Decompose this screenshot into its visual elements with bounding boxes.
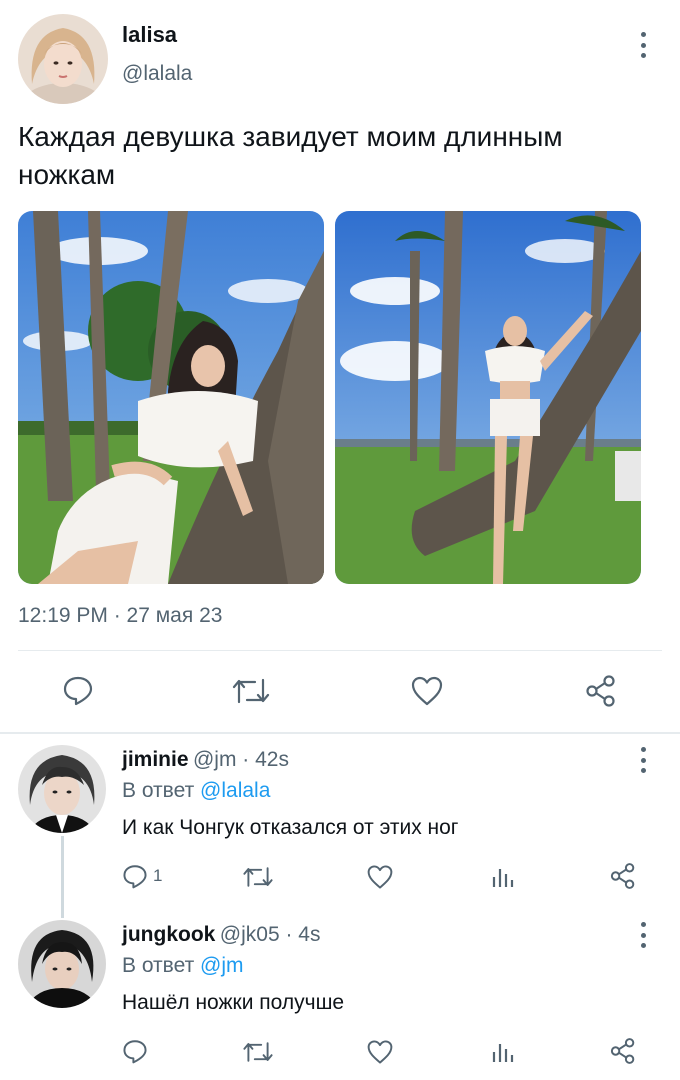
reply-1-share-icon[interactable] (609, 862, 637, 890)
reply-2-comment-icon[interactable] (122, 1038, 148, 1064)
tweet-timestamp[interactable]: 12:19 PM · 27 мая 23 (18, 604, 222, 628)
more-options-icon[interactable] (638, 32, 648, 58)
reply-2-views-icon[interactable] (490, 1041, 514, 1063)
reply-2-retweet-icon[interactable] (242, 1040, 274, 1064)
main-handle[interactable]: @lalala (122, 62, 192, 86)
reply-2-mention[interactable]: @jm (200, 954, 243, 977)
reply-1-meta: @jm · 42s (192, 748, 289, 771)
thread-line (61, 836, 64, 918)
share-icon[interactable] (584, 674, 618, 708)
reply-1-text: И как Чонгук отказался от этих ног (122, 816, 459, 839)
reply-1-views-icon[interactable] (490, 866, 514, 888)
reply-2-more-icon[interactable] (638, 922, 648, 948)
reply-1-retweet-icon[interactable] (242, 865, 274, 889)
reply-1-avatar[interactable] (18, 745, 106, 833)
comment-icon[interactable] (62, 674, 94, 706)
reply-2-meta: @jk05 · 4s (219, 923, 321, 946)
divider-1 (18, 650, 662, 651)
reply-1-comment-icon[interactable] (122, 863, 148, 889)
reply-1-reply-to: В ответ @lalala (122, 779, 270, 803)
like-icon[interactable] (410, 675, 444, 707)
reply-2-display-name[interactable]: jungkook (122, 923, 215, 946)
main-display-name[interactable]: lalisa (122, 22, 177, 48)
reply-1-like-icon[interactable] (366, 864, 394, 890)
reply-2-text: Нашёл ножки получше (122, 991, 345, 1014)
reply-1-mention[interactable]: @lalala (200, 779, 270, 802)
divider-2 (0, 732, 680, 734)
reply-2-like-icon[interactable] (366, 1039, 394, 1065)
main-avatar[interactable] (18, 14, 108, 104)
retweet-icon[interactable] (231, 676, 271, 706)
reply-2-reply-prefix: В ответ (122, 954, 195, 977)
reply-1-display-name[interactable]: jiminie (122, 748, 189, 771)
reply-1-reply-count: 1 (153, 866, 163, 885)
tweet-photo-1[interactable] (18, 211, 324, 584)
reply-2-reply-to: В ответ @jm (122, 954, 244, 978)
tweet-text: Каждая девушка завидует моим длинным нож… (18, 121, 563, 190)
reply-2-avatar[interactable] (18, 920, 106, 1008)
reply-1-reply-prefix: В ответ (122, 779, 195, 802)
reply-2-share-icon[interactable] (609, 1037, 637, 1065)
tweet-photo-2[interactable] (335, 211, 641, 584)
reply-1-more-icon[interactable] (638, 747, 648, 773)
